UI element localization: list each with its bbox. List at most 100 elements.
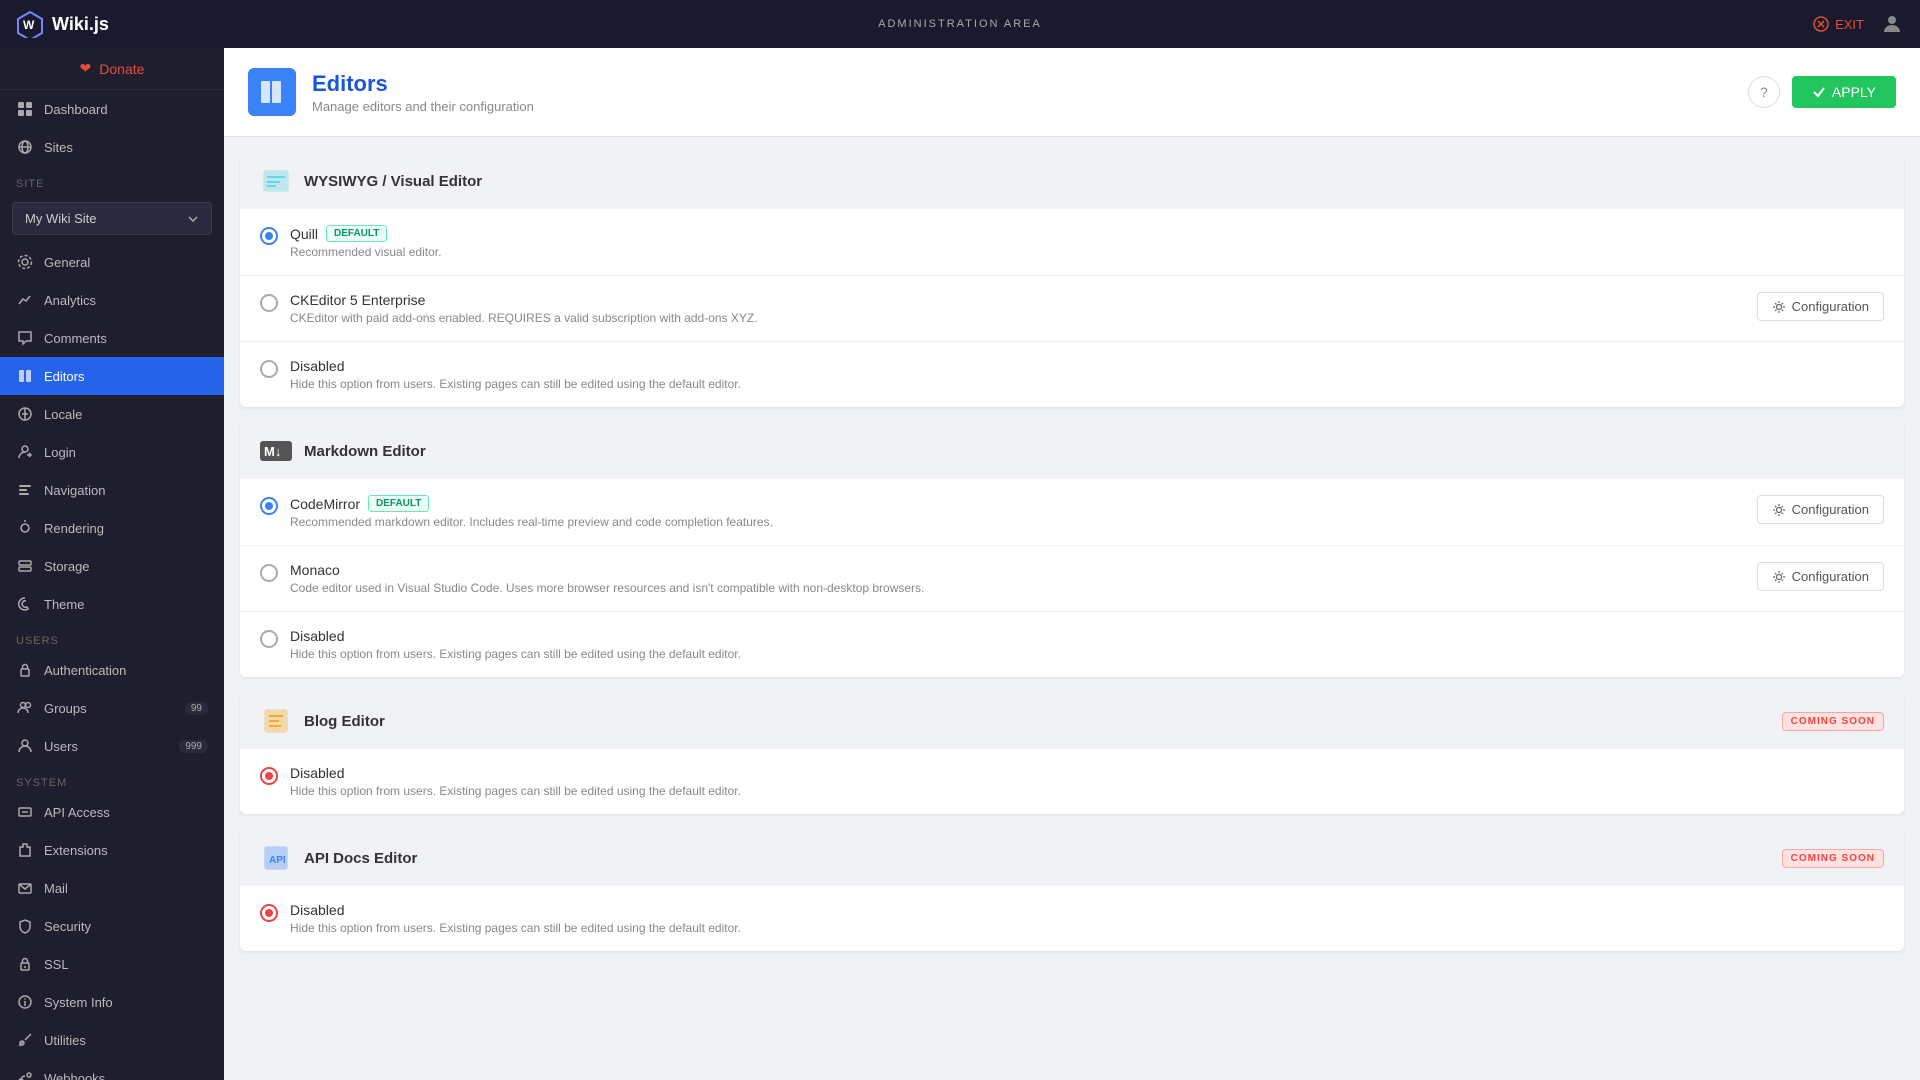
heart-icon: ❤ [80, 60, 92, 77]
main-content: Editors Manage editors and their configu… [224, 48, 1920, 1080]
sidebar-item-rendering-label: Rendering [44, 521, 104, 536]
topbar-left: W Wiki.js [16, 10, 109, 38]
gear-icon [1772, 300, 1786, 314]
editors-icon-svg [258, 78, 286, 106]
codemirror-default-badge: DEFAULT [368, 495, 429, 512]
site-name: My Wiki Site [25, 211, 97, 226]
monaco-content: Monaco Code editor used in Visual Studio… [290, 562, 1745, 595]
topbar-right: EXIT [1813, 12, 1904, 36]
groups-icon [16, 699, 34, 717]
theme-icon [16, 595, 34, 613]
blog-title: Blog Editor [304, 713, 385, 730]
system-section-label: System [0, 765, 224, 793]
storage-icon [16, 557, 34, 575]
sidebar-item-login-label: Login [44, 445, 76, 460]
sidebar-item-comments[interactable]: Comments [0, 319, 224, 357]
help-button[interactable]: ? [1748, 76, 1780, 108]
sidebar-item-locale[interactable]: Locale [0, 395, 224, 433]
sidebar-item-analytics[interactable]: Analytics [0, 281, 224, 319]
disabled-markdown-radio[interactable] [260, 630, 278, 648]
page-title-block: Editors Manage editors and their configu… [312, 71, 534, 114]
navigation-icon [16, 481, 34, 499]
markdown-section: M↓ Markdown Editor CodeMirror DEFAULT Re… [240, 423, 1904, 677]
users-badge: 999 [179, 740, 208, 753]
system-info-icon [16, 993, 34, 1011]
wysiwyg-section: WYSIWYG / Visual Editor Quill DEFAULT Re… [240, 153, 1904, 407]
markdown-section-header: M↓ Markdown Editor [240, 423, 1904, 479]
donate-label: Donate [99, 61, 144, 77]
quill-option: Quill DEFAULT Recommended visual editor. [240, 209, 1904, 276]
blog-section-header-left: Blog Editor [260, 705, 385, 737]
page-header-left: Editors Manage editors and their configu… [248, 68, 534, 116]
locale-icon [16, 405, 34, 423]
sidebar-item-general[interactable]: General [0, 243, 224, 281]
codemirror-content: CodeMirror DEFAULT Recommended markdown … [290, 495, 1745, 529]
topbar: W Wiki.js ADMINISTRATION AREA EXIT [0, 0, 1920, 48]
svg-text:API: API [269, 855, 286, 866]
disabled-blog-content: Disabled Hide this option from users. Ex… [290, 765, 1884, 798]
monaco-radio[interactable] [260, 564, 278, 582]
quill-radio[interactable] [260, 227, 278, 245]
sidebar-item-users-label: Users [44, 739, 78, 754]
codemirror-radio[interactable] [260, 497, 278, 515]
sidebar-item-security[interactable]: Security [0, 907, 224, 945]
disabled-markdown-content: Disabled Hide this option from users. Ex… [290, 628, 1884, 661]
sidebar-item-sites[interactable]: Sites [0, 128, 224, 166]
webhooks-icon [16, 1069, 34, 1080]
exit-button[interactable]: EXIT [1813, 16, 1864, 32]
sidebar-item-login[interactable]: Login [0, 433, 224, 471]
disabled-blog-radio[interactable] [260, 767, 278, 785]
apidocs-title: API Docs Editor [304, 850, 417, 867]
wysiwyg-section-header: WYSIWYG / Visual Editor [240, 153, 1904, 209]
monaco-config-button[interactable]: Configuration [1757, 562, 1884, 591]
disabled-wysiwyg-radio[interactable] [260, 360, 278, 378]
blog-coming-soon-badge: COMING SOON [1782, 712, 1884, 731]
disabled-markdown-desc: Hide this option from users. Existing pa… [290, 647, 1884, 661]
users-section-label: Users [0, 623, 224, 651]
wysiwyg-title: WYSIWYG / Visual Editor [304, 173, 482, 190]
users-icon [16, 737, 34, 755]
apply-button[interactable]: APPLY [1792, 76, 1896, 108]
sidebar-item-api-access[interactable]: API Access [0, 793, 224, 831]
apply-label: APPLY [1832, 84, 1876, 100]
disabled-apidocs-option: Disabled Hide this option from users. Ex… [240, 886, 1904, 951]
security-icon [16, 917, 34, 935]
user-avatar[interactable] [1880, 12, 1904, 36]
sidebar-item-utilities[interactable]: Utilities [0, 1021, 224, 1059]
sidebar-item-editors[interactable]: Editors [0, 357, 224, 395]
sidebar-item-users[interactable]: Users 999 [0, 727, 224, 765]
sidebar-item-system-info[interactable]: System Info [0, 983, 224, 1021]
page-header-right: ? APPLY [1748, 76, 1896, 108]
donate-item[interactable]: ❤ Donate [0, 48, 224, 90]
ckeditor-config-button[interactable]: Configuration [1757, 292, 1884, 321]
sidebar-item-dashboard-label: Dashboard [44, 102, 108, 117]
sidebar-item-mail[interactable]: Mail [0, 869, 224, 907]
sidebar-item-navigation[interactable]: Navigation [0, 471, 224, 509]
sidebar-item-storage[interactable]: Storage [0, 547, 224, 585]
site-selector[interactable]: My Wiki Site [12, 202, 212, 235]
sidebar-item-theme-label: Theme [44, 597, 84, 612]
extensions-icon [16, 841, 34, 859]
ssl-icon [16, 955, 34, 973]
sidebar-item-comments-label: Comments [44, 331, 107, 346]
sidebar-item-dashboard[interactable]: Dashboard [0, 90, 224, 128]
sites-icon [16, 138, 34, 156]
disabled-blog-name: Disabled [290, 765, 1884, 781]
sidebar-item-extensions[interactable]: Extensions [0, 831, 224, 869]
editors-icon [16, 367, 34, 385]
sidebar-item-storage-label: Storage [44, 559, 90, 574]
markdown-title: Markdown Editor [304, 443, 426, 460]
ckeditor-radio[interactable] [260, 294, 278, 312]
sidebar-item-theme[interactable]: Theme [0, 585, 224, 623]
codemirror-config-button[interactable]: Configuration [1757, 495, 1884, 524]
blog-section: Blog Editor COMING SOON Disabled Hide th… [240, 693, 1904, 814]
sidebar-item-authentication[interactable]: Authentication [0, 651, 224, 689]
sidebar-item-groups[interactable]: Groups 99 [0, 689, 224, 727]
sidebar-item-ssl[interactable]: SSL [0, 945, 224, 983]
sidebar-item-rendering[interactable]: Rendering [0, 509, 224, 547]
sidebar-item-analytics-label: Analytics [44, 293, 96, 308]
sidebar-item-webhooks[interactable]: Webhooks [0, 1059, 224, 1080]
markdown-section-header-left: M↓ Markdown Editor [260, 435, 426, 467]
disabled-markdown-name: Disabled [290, 628, 1884, 644]
disabled-apidocs-radio[interactable] [260, 904, 278, 922]
